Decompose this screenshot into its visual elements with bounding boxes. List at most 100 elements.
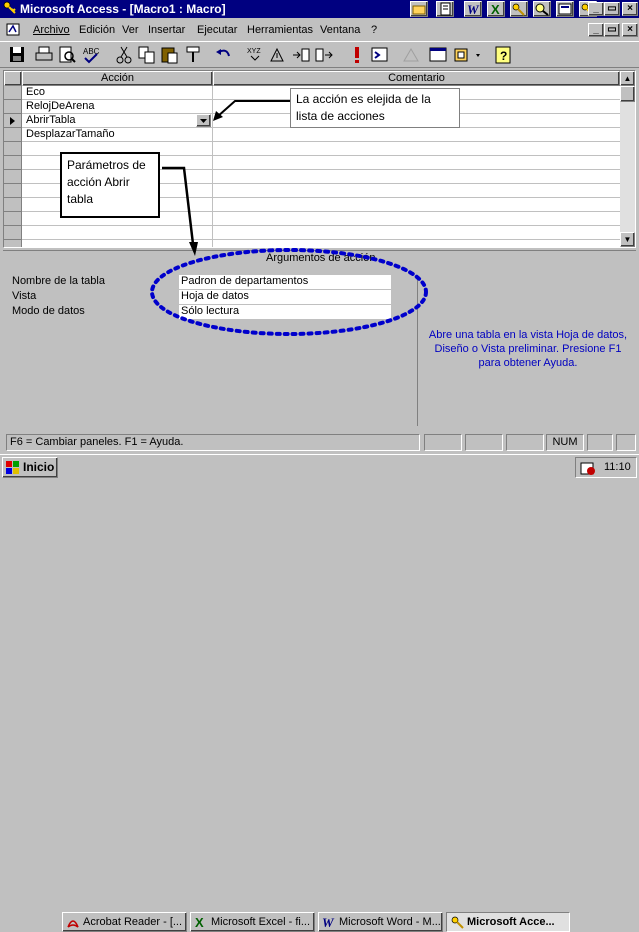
callout-arrow-list (213, 100, 295, 121)
status-text-section: F6 = Cambiar paneles. F1 = Ayuda. (6, 434, 420, 451)
row-selector[interactable] (4, 170, 22, 184)
maximize-button[interactable]: ▭ (604, 2, 620, 16)
toolbar: ABC XYZ ? (0, 41, 639, 68)
delete-row-icon[interactable] (313, 44, 335, 66)
window-title: Microsoft Access - [Macro1 : Macro] (20, 2, 226, 16)
argument-label: Vista (12, 290, 37, 302)
grid-scrollbar[interactable]: ▲ ▼ (620, 71, 635, 247)
info-icon[interactable] (556, 1, 574, 17)
cut-icon[interactable] (113, 44, 135, 66)
action-cell[interactable]: AbrirTabla (23, 114, 212, 127)
macro-names-icon[interactable]: XYZ (244, 44, 266, 66)
task-access[interactable]: Microsoft Acce... (446, 912, 570, 932)
access-key-icon (3, 1, 17, 15)
word-icon[interactable]: W (464, 1, 482, 17)
search-icon[interactable] (533, 1, 551, 17)
scheduler-icon[interactable] (580, 460, 596, 476)
task-excel[interactable]: X Microsoft Excel - fi... (190, 912, 315, 932)
argument-label: Nombre de la tabla (12, 275, 105, 287)
callout-arrow-params (162, 166, 198, 256)
insert-row-icon[interactable] (290, 44, 312, 66)
help-panel: Abre una tabla en la vista Hoja de datos… (417, 276, 634, 426)
current-row-icon (10, 117, 15, 125)
action-cell[interactable]: RelojDeArena (23, 100, 212, 113)
row-selector[interactable] (4, 156, 22, 170)
build-icon[interactable] (400, 44, 422, 66)
row-selector[interactable] (4, 226, 22, 240)
menu-ejecutar[interactable]: Ejecutar (197, 24, 237, 36)
minimize-button[interactable]: _ (588, 2, 604, 16)
doc-minimize-button[interactable]: _ (588, 23, 604, 37)
folder-icon[interactable] (410, 1, 428, 17)
menu-insertar[interactable]: Insertar (148, 24, 185, 36)
copy-icon[interactable] (136, 44, 158, 66)
row-selector[interactable] (4, 198, 22, 212)
grid-header: Acción Comentario (4, 71, 620, 86)
header-action[interactable]: Acción (22, 71, 213, 86)
task-acrobat[interactable]: Acrobat Reader - [... (62, 912, 187, 932)
new-object-icon[interactable] (452, 44, 484, 66)
print-icon[interactable] (33, 44, 55, 66)
task-acrobat-label: Acrobat Reader - [... (83, 916, 183, 928)
menu-archivo[interactable]: Archivo (33, 24, 70, 36)
doc-restore-button[interactable]: ▭ (604, 23, 620, 37)
row-selector[interactable] (4, 114, 22, 128)
paste-icon[interactable] (159, 44, 181, 66)
task-excel-label: Microsoft Excel - fi... (211, 916, 311, 928)
action-cell[interactable]: Eco (23, 86, 212, 99)
status-section-2 (465, 434, 503, 451)
help-icon[interactable]: ? (492, 44, 514, 66)
action-cell[interactable]: DesplazarTamaño (23, 128, 212, 141)
database-window-icon[interactable] (427, 44, 449, 66)
start-label: Inicio (23, 460, 55, 474)
menu-bar: Archivo Edición Ver Insertar Ejecutar He… (0, 20, 639, 40)
scroll-down-button[interactable]: ▼ (620, 232, 635, 247)
status-section-6 (616, 434, 636, 451)
task-access-label: Microsoft Acce... (467, 916, 555, 928)
row-selector[interactable] (4, 86, 22, 100)
macro-doc-icon[interactable] (6, 23, 22, 37)
key-icon[interactable] (510, 1, 528, 17)
menu-ventana[interactable]: Ventana (320, 24, 360, 36)
task-word[interactable]: W Microsoft Word - M... (318, 912, 443, 932)
doc-close-button[interactable]: × (622, 23, 638, 37)
notepad-icon[interactable] (436, 1, 454, 17)
row-selector[interactable] (4, 212, 22, 226)
menu-help[interactable]: ? (371, 24, 377, 36)
windows-logo-icon (6, 461, 20, 474)
close-button[interactable]: × (622, 2, 638, 16)
menu-ver[interactable]: Ver (122, 24, 139, 36)
status-num-section: NUM (546, 434, 584, 451)
svg-text:X: X (491, 2, 500, 16)
undo-icon[interactable] (213, 44, 235, 66)
status-section-3 (506, 434, 544, 451)
scroll-thumb[interactable] (620, 86, 635, 102)
spelling-icon[interactable]: ABC (80, 44, 102, 66)
svg-text:W: W (322, 915, 335, 929)
row-selector[interactable] (4, 128, 22, 142)
svg-text:?: ? (500, 49, 507, 63)
scroll-up-button[interactable]: ▲ (620, 71, 635, 86)
header-corner (4, 71, 22, 86)
row-selector[interactable] (4, 100, 22, 114)
table-row[interactable] (4, 226, 620, 240)
system-tray: 11:10 (575, 457, 637, 478)
step-icon[interactable] (369, 44, 391, 66)
format-painter-icon[interactable] (183, 44, 205, 66)
header-comment[interactable]: Comentario (213, 71, 620, 86)
conditions-icon[interactable] (266, 44, 288, 66)
comment-cell[interactable] (213, 128, 618, 141)
clock[interactable]: 11:10 (604, 461, 631, 473)
save-icon[interactable] (6, 44, 28, 66)
menu-herramientas[interactable]: Herramientas (247, 24, 313, 36)
table-row[interactable]: DesplazarTamaño (4, 128, 620, 142)
print-preview-icon[interactable] (56, 44, 78, 66)
excel-icon[interactable]: X (487, 1, 505, 17)
row-selector[interactable] (4, 184, 22, 198)
run-icon[interactable] (346, 44, 368, 66)
menu-edicion[interactable]: Edición (79, 24, 115, 36)
svg-text:XYZ: XYZ (247, 48, 261, 55)
row-selector[interactable] (4, 142, 22, 156)
callout-params: Parámetros de acción Abrir tabla (60, 152, 160, 218)
start-button[interactable]: Inicio (2, 457, 58, 478)
